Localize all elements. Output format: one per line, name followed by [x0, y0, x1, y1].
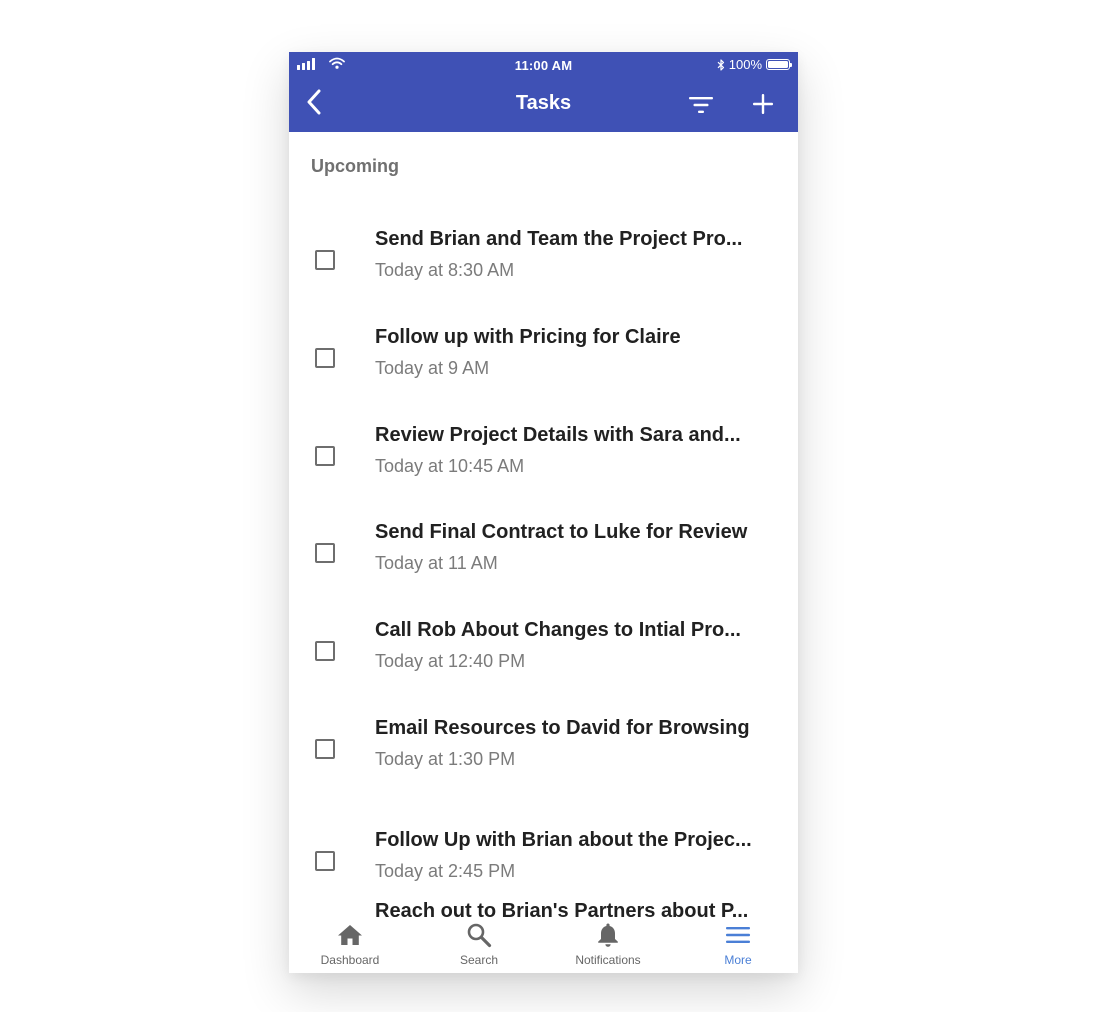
task-time: Today at 1:30 PM [375, 749, 516, 769]
task-row[interactable]: Send Final Contract to Luke for Review T… [289, 521, 798, 619]
task-title: Follow up with Pricing for Claire [375, 326, 681, 348]
nav-more[interactable]: More [683, 919, 793, 973]
nav-notifications[interactable]: Notifications [553, 919, 663, 973]
task-checkbox[interactable] [315, 543, 335, 563]
task-checkbox[interactable] [315, 641, 335, 661]
task-time: Today at 12:40 PM [375, 651, 526, 671]
status-right: 100% [717, 57, 792, 72]
task-checkbox[interactable] [315, 446, 335, 466]
task-title: Review Project Details with Sara and... [375, 424, 741, 446]
task-title: Call Rob About Changes to Intial Pro... [375, 619, 741, 641]
nav-dashboard[interactable]: Dashboard [295, 919, 405, 973]
task-title: Follow Up with Brian about the Projec... [375, 829, 752, 851]
task-title: Send Final Contract to Luke for Review [375, 521, 748, 543]
task-time: Today at 2:45 PM [375, 861, 516, 881]
nav-search[interactable]: Search [424, 919, 534, 973]
battery-icon [766, 59, 792, 70]
plus-icon [753, 94, 773, 114]
battery-percent: 100% [728, 57, 762, 72]
task-list: Upcoming Send Brian and Team the Project… [289, 52, 798, 919]
bottom-nav: Dashboard Search Notifications More [289, 919, 798, 973]
section-header: Upcoming [311, 156, 399, 176]
app-bar: 11:00 AM 100% Tasks [289, 52, 798, 132]
task-row[interactable]: Review Project Details with Sara and... … [289, 424, 798, 522]
task-row[interactable]: Email Resources to David for Browsing To… [289, 717, 798, 815]
filter-icon [689, 97, 713, 113]
add-button[interactable] [749, 90, 777, 118]
task-row[interactable]: Call Rob About Changes to Intial Pro... … [289, 619, 798, 717]
task-row[interactable]: Send Brian and Team the Project Pro... T… [289, 228, 798, 326]
task-checkbox[interactable] [315, 851, 335, 871]
task-row[interactable]: Follow up with Pricing for Claire Today … [289, 326, 798, 424]
phone-screen: Upcoming Send Brian and Team the Project… [289, 52, 798, 973]
task-time: Today at 8:30 AM [375, 260, 515, 280]
nav-label: Notifications [575, 953, 641, 967]
task-checkbox[interactable] [315, 739, 335, 759]
task-title: Send Brian and Team the Project Pro... [375, 228, 743, 250]
nav-label: Search [459, 953, 499, 967]
menu-icon [726, 927, 750, 943]
task-title: Email Resources to David for Browsing [375, 717, 750, 739]
nav-label: More [724, 953, 752, 967]
bell-icon [598, 923, 618, 947]
task-checkbox[interactable] [315, 250, 335, 270]
task-checkbox[interactable] [315, 348, 335, 368]
task-time: Today at 9 AM [375, 358, 490, 378]
home-icon [338, 925, 362, 945]
bluetooth-icon [717, 58, 724, 71]
task-time: Today at 11 AM [375, 553, 498, 573]
filter-button[interactable] [687, 92, 715, 118]
page-title: Tasks [515, 92, 572, 114]
nav-label: Dashboard [320, 953, 380, 967]
search-icon [467, 923, 492, 948]
partial-task-title[interactable]: Reach out to Brian's Partners about P... [375, 900, 748, 919]
task-time: Today at 10:45 AM [375, 456, 525, 476]
